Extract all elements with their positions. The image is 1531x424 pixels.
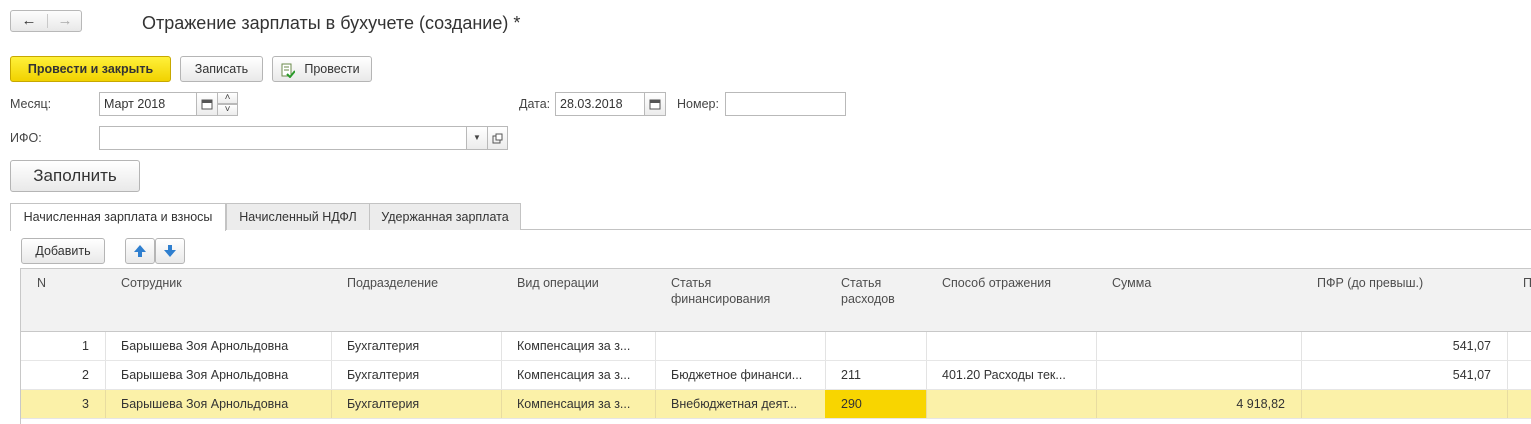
forward-arrow-icon[interactable]: →	[47, 13, 83, 29]
move-up-button[interactable]	[125, 238, 155, 264]
ifo-dropdown-button[interactable]: ▼	[466, 126, 488, 150]
tab-accrued-salary[interactable]: Начисленная зарплата и взносы	[10, 203, 226, 231]
cell-employee: Барышева Зоя Арнольдовна	[105, 332, 332, 360]
cell-amount	[1096, 332, 1302, 360]
post-and-close-button[interactable]: Провести и закрыть	[10, 56, 171, 82]
move-down-button[interactable]	[155, 238, 185, 264]
cell-amount	[1096, 361, 1302, 389]
month-field[interactable]: Март 2018	[99, 92, 197, 116]
back-arrow-icon[interactable]: ←	[11, 13, 47, 29]
header-financing[interactable]: Статья финансирования	[655, 269, 826, 331]
arrow-down-icon	[164, 245, 176, 257]
header-extra[interactable]: П	[1507, 269, 1531, 331]
header-method[interactable]: Способ отражения	[926, 269, 1097, 331]
table-row[interactable]: 2 Барышева Зоя Арнольдовна Бухгалтерия К…	[21, 361, 1531, 390]
save-button[interactable]: Записать	[180, 56, 263, 82]
cell-pfr: 541,07	[1301, 332, 1508, 360]
cell-expense	[825, 332, 927, 360]
nav-buttons: ← →	[10, 10, 82, 32]
cell-method: 401.20 Расходы тек...	[926, 361, 1097, 389]
cell-employee: Барышева Зоя Арнольдовна	[105, 361, 332, 389]
ifo-field[interactable]	[99, 126, 467, 150]
header-operation[interactable]: Вид операции	[501, 269, 656, 331]
cell-method	[926, 390, 1097, 418]
cell-n: 1	[21, 332, 106, 360]
tab-accrued-ndfl[interactable]: Начисленный НДФЛ	[226, 203, 370, 230]
table-row[interactable]: 1 Барышева Зоя Арнольдовна Бухгалтерия К…	[21, 332, 1531, 361]
calendar-icon	[201, 99, 213, 110]
arrow-up-icon	[134, 245, 146, 257]
header-pfr[interactable]: ПФР (до превыш.)	[1301, 269, 1508, 331]
number-field[interactable]	[725, 92, 846, 116]
cell-employee: Барышева Зоя Арнольдовна	[105, 390, 332, 418]
header-n[interactable]: N	[21, 269, 106, 331]
ifo-label: ИФО:	[10, 131, 42, 145]
date-calendar-button[interactable]	[644, 92, 666, 116]
cell-n: 2	[21, 361, 106, 389]
cell-department: Бухгалтерия	[331, 361, 502, 389]
post-document-icon	[281, 62, 296, 79]
cell-pfr	[1301, 390, 1508, 418]
cell-pfr: 541,07	[1301, 361, 1508, 389]
header-employee[interactable]: Сотрудник	[105, 269, 332, 331]
table-row-selected[interactable]: 3 Барышева Зоя Арнольдовна Бухгалтерия К…	[21, 390, 1531, 419]
cell-expense: 211	[825, 361, 927, 389]
cell-financing: Бюджетное финанси...	[655, 361, 826, 389]
page-title: Отражение зарплаты в бухучете (создание)…	[142, 13, 521, 33]
post-button-label: Провести	[304, 62, 360, 76]
date-field[interactable]: 28.03.2018	[555, 92, 645, 116]
month-calendar-button[interactable]	[196, 92, 218, 116]
cell-n: 3	[21, 390, 106, 418]
month-up-button[interactable]: ˄	[217, 92, 238, 104]
cell-financing: Внебюджетная деят...	[655, 390, 826, 418]
calendar-icon	[649, 99, 661, 110]
cell-financing	[655, 332, 826, 360]
cell-department: Бухгалтерия	[331, 390, 502, 418]
cell-operation: Компенсация за з...	[501, 390, 656, 418]
header-department[interactable]: Подразделение	[331, 269, 502, 331]
accruals-table: N Сотрудник Подразделение Вид операции С…	[20, 268, 1531, 424]
open-link-icon	[492, 133, 503, 144]
month-down-button[interactable]: ˅	[217, 104, 238, 116]
date-label: Дата:	[519, 97, 551, 111]
cell-amount: 4 918,82	[1096, 390, 1302, 418]
fill-button[interactable]: Заполнить	[10, 160, 140, 192]
dropdown-arrow-icon: ▼	[473, 133, 481, 142]
cell-operation: Компенсация за з...	[501, 332, 656, 360]
tab-withheld-salary[interactable]: Удержанная зарплата	[369, 203, 521, 230]
header-amount[interactable]: Сумма	[1096, 269, 1302, 331]
add-row-button[interactable]: Добавить	[21, 238, 105, 264]
chevron-up-icon: ˄	[224, 92, 231, 103]
month-label: Месяц:	[10, 97, 52, 111]
cell-department: Бухгалтерия	[331, 332, 502, 360]
cell-expense-active[interactable]: 290	[825, 390, 927, 418]
header-expense[interactable]: Статья расходов	[825, 269, 927, 331]
post-button[interactable]: Провести	[272, 56, 372, 82]
cell-operation: Компенсация за з...	[501, 361, 656, 389]
cell-method	[926, 332, 1097, 360]
number-label: Номер:	[677, 97, 719, 111]
ifo-open-button[interactable]	[487, 126, 508, 150]
chevron-down-icon: ˅	[224, 104, 231, 115]
